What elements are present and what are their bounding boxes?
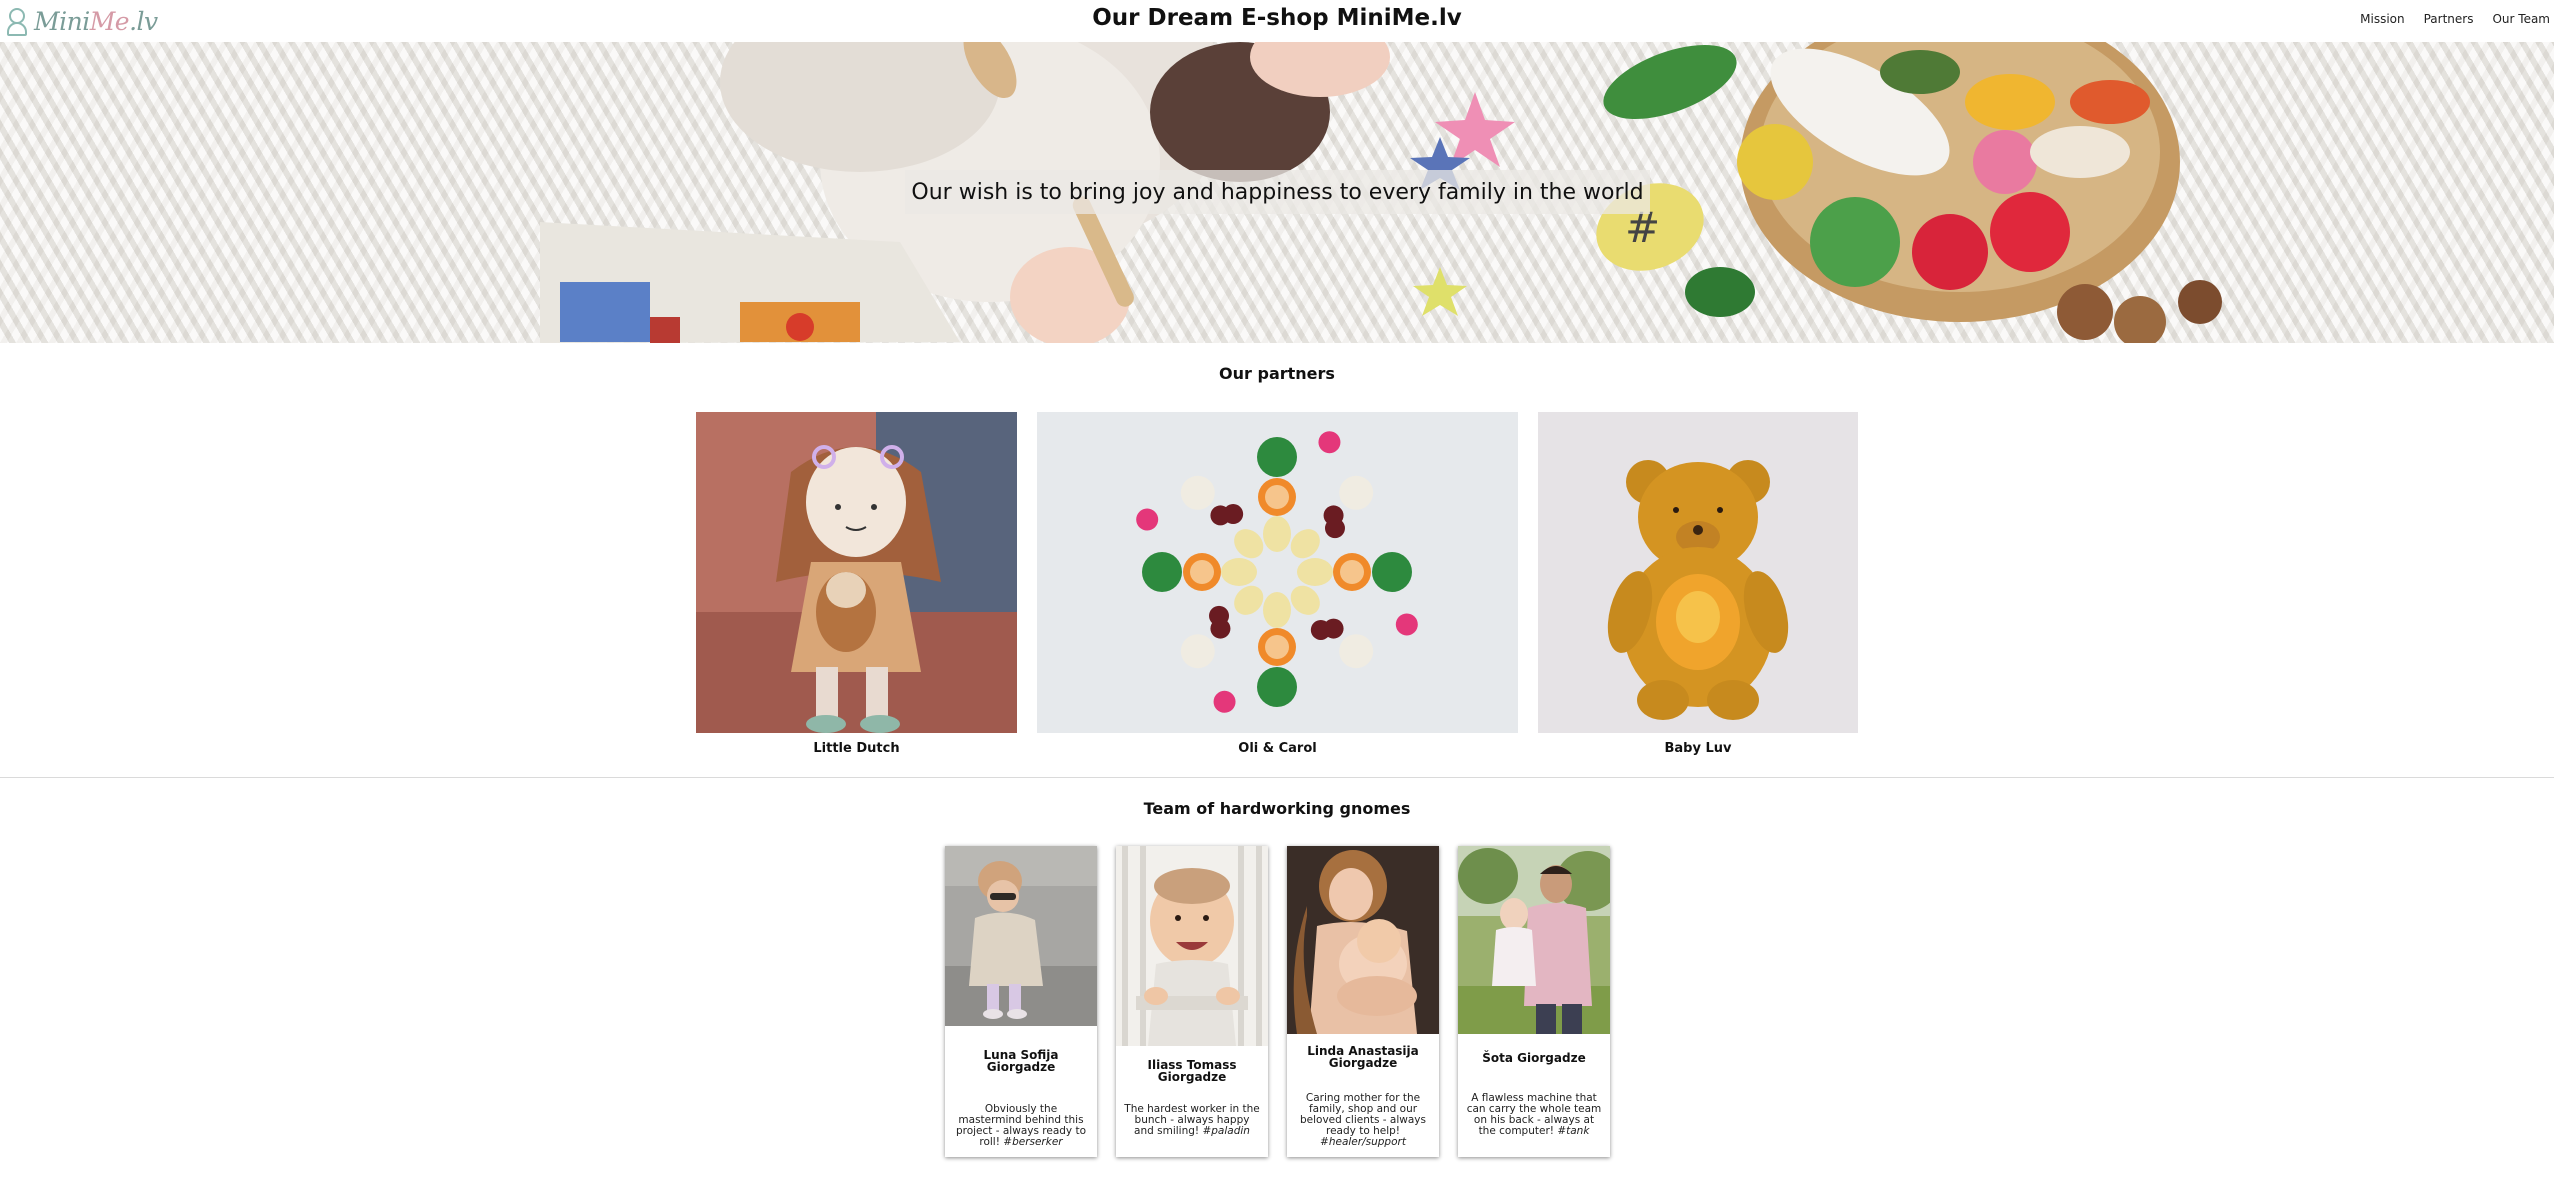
- team-photo: [1116, 846, 1268, 1046]
- partner-image-little-dutch[interactable]: [696, 412, 1017, 733]
- team-heading: Team of hardworking gnomes: [1143, 799, 1411, 818]
- partners-heading: Our partners: [1219, 364, 1335, 383]
- nav-link-our-team[interactable]: Our Team: [2492, 12, 2550, 26]
- team-card-iliass: Iliass Tomass Giorgadze The hardest work…: [1116, 846, 1268, 1157]
- team-member-name: Iliass Tomass Giorgadze: [1147, 1058, 1237, 1084]
- team-photo: [945, 846, 1097, 1026]
- nav-link-partners[interactable]: Partners: [2424, 12, 2474, 26]
- nav-link-mission[interactable]: Mission: [2360, 12, 2404, 26]
- team-photo: [1287, 846, 1439, 1034]
- logo-wordmark: MiniMe.lv: [34, 6, 158, 36]
- partner-name: Little Dutch: [813, 741, 900, 756]
- team-card-linda: Linda Anastasija Giorgadze Caring mother…: [1287, 846, 1439, 1157]
- site-logo[interactable]: MiniMe.lv: [4, 4, 158, 38]
- section-divider: [0, 777, 2554, 778]
- team-member-name: Šota Giorgadze: [1482, 1051, 1586, 1065]
- team-card-sota: Šota Giorgadze A flawless machine that c…: [1458, 846, 1610, 1157]
- team-member-description: Obviously the mastermind behind this pro…: [955, 1103, 1087, 1148]
- partner-image-oli-carol[interactable]: [1037, 412, 1518, 733]
- partner-name: Baby Luv: [1664, 741, 1732, 756]
- team-member-name: Luna Sofija Giorgadze: [983, 1048, 1059, 1074]
- team-member-description: Caring mother for the family, shop and o…: [1300, 1092, 1426, 1148]
- team-photo: [1458, 846, 1610, 1034]
- logo-figure-icon: [4, 6, 30, 36]
- hero-banner: # Our wish is to bring joy and happiness…: [0, 42, 2554, 343]
- hero-caption: Our wish is to bring joy and happiness t…: [905, 170, 1650, 214]
- site-header: MiniMe.lv Our Dream E-shop MiniMe.lv Mis…: [0, 0, 2554, 42]
- top-nav: Mission Partners Our Team: [2360, 12, 2550, 26]
- team-member-description: A flawless machine that can carry the wh…: [1466, 1092, 1602, 1137]
- partner-image-baby-luv[interactable]: [1538, 412, 1858, 733]
- team-member-name: Linda Anastasija Giorgadze: [1307, 1044, 1419, 1070]
- page-title: Our Dream E-shop MiniMe.lv: [1092, 5, 1462, 31]
- team-card-luna: Luna Sofija Giorgadze Obviously the mast…: [945, 846, 1097, 1157]
- team-member-description: The hardest worker in the bunch - always…: [1124, 1103, 1260, 1137]
- partner-name: Oli & Carol: [1238, 741, 1317, 756]
